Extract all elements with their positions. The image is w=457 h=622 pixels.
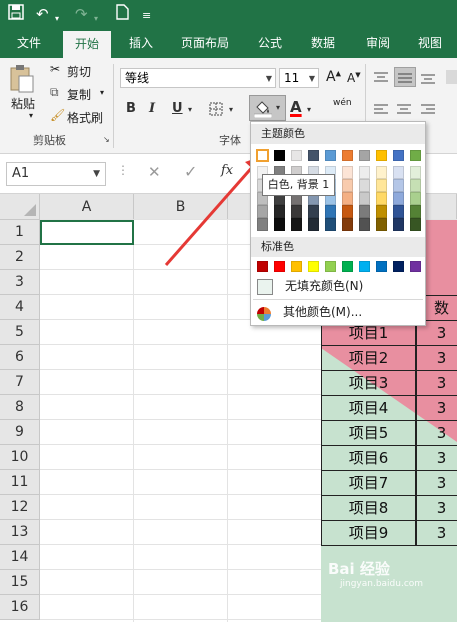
theme-shade-swatch[interactable]	[410, 166, 421, 179]
theme-shade-swatch[interactable]	[393, 218, 404, 231]
theme-shade-swatch[interactable]	[376, 192, 387, 205]
theme-shade-swatch[interactable]	[359, 192, 370, 205]
theme-shade-swatch[interactable]	[257, 218, 268, 231]
standard-color-swatch[interactable]	[393, 261, 404, 272]
color-tooltip: 白色, 背景 1	[262, 174, 335, 196]
standard-color-swatch[interactable]	[274, 261, 285, 272]
theme-shade-swatch[interactable]	[410, 179, 421, 192]
standard-color-swatch[interactable]	[342, 261, 353, 272]
theme-shade-swatch[interactable]	[359, 218, 370, 231]
no-fill-icon	[257, 278, 273, 295]
standard-color-swatch[interactable]	[325, 261, 336, 272]
theme-shade-swatch[interactable]	[410, 205, 421, 218]
theme-shade-swatch[interactable]	[410, 192, 421, 205]
theme-shade-swatch[interactable]	[291, 218, 302, 231]
theme-color-swatch[interactable]	[256, 149, 269, 162]
theme-color-swatch[interactable]	[274, 150, 285, 161]
theme-shade-swatch[interactable]	[257, 205, 268, 218]
standard-color-swatch[interactable]	[376, 261, 387, 272]
theme-color-swatch[interactable]	[359, 150, 370, 161]
standard-color-swatch[interactable]	[257, 261, 268, 272]
theme-shade-swatch[interactable]	[325, 218, 336, 231]
theme-shade-swatch[interactable]	[342, 179, 353, 192]
theme-shade-swatch[interactable]	[359, 179, 370, 192]
theme-color-swatch[interactable]	[376, 150, 387, 161]
standard-color-swatch[interactable]	[308, 261, 319, 272]
standard-colors-header: 标准色	[251, 237, 425, 257]
theme-shade-swatch[interactable]	[376, 218, 387, 231]
dropdown-divider	[253, 299, 423, 300]
more-colors-item[interactable]: 其他颜色(M)...	[257, 301, 362, 323]
color-wheel-icon	[257, 306, 271, 321]
theme-shade-swatch[interactable]	[274, 205, 285, 218]
no-fill-label: 无填充颜色(N)	[285, 279, 364, 293]
theme-shade-swatch[interactable]	[308, 205, 319, 218]
theme-shade-swatch[interactable]	[342, 218, 353, 231]
theme-shade-swatch[interactable]	[308, 218, 319, 231]
standard-color-swatch[interactable]	[291, 261, 302, 272]
theme-shade-swatch[interactable]	[359, 166, 370, 179]
theme-shade-swatch[interactable]	[342, 166, 353, 179]
theme-color-swatch[interactable]	[393, 150, 404, 161]
theme-colors-header: 主题颜色	[251, 124, 425, 144]
theme-shade-swatch[interactable]	[342, 192, 353, 205]
theme-shade-swatch[interactable]	[359, 205, 370, 218]
theme-color-swatch[interactable]	[325, 150, 336, 161]
theme-shade-swatch[interactable]	[393, 205, 404, 218]
standard-color-swatch[interactable]	[410, 261, 421, 272]
theme-shade-swatch[interactable]	[274, 218, 285, 231]
theme-color-swatch[interactable]	[291, 150, 302, 161]
theme-shade-swatch[interactable]	[393, 166, 404, 179]
theme-shade-swatch[interactable]	[410, 218, 421, 231]
no-fill-item[interactable]: 无填充颜色(N)	[257, 275, 363, 297]
theme-shade-swatch[interactable]	[376, 166, 387, 179]
theme-color-swatch[interactable]	[410, 150, 421, 161]
more-colors-label: 其他颜色(M)...	[283, 305, 363, 319]
theme-color-swatch[interactable]	[342, 150, 353, 161]
theme-shade-swatch[interactable]	[325, 205, 336, 218]
theme-color-swatch[interactable]	[308, 150, 319, 161]
theme-shade-swatch[interactable]	[376, 205, 387, 218]
standard-color-swatch[interactable]	[359, 261, 370, 272]
theme-shade-swatch[interactable]	[342, 205, 353, 218]
theme-shade-swatch[interactable]	[393, 179, 404, 192]
fill-color-dropdown: 主题颜色 标准色 无填充颜色(N) 其他颜色(M)...	[250, 121, 426, 326]
theme-shade-swatch[interactable]	[376, 179, 387, 192]
theme-shade-swatch[interactable]	[291, 205, 302, 218]
theme-shade-swatch[interactable]	[393, 192, 404, 205]
